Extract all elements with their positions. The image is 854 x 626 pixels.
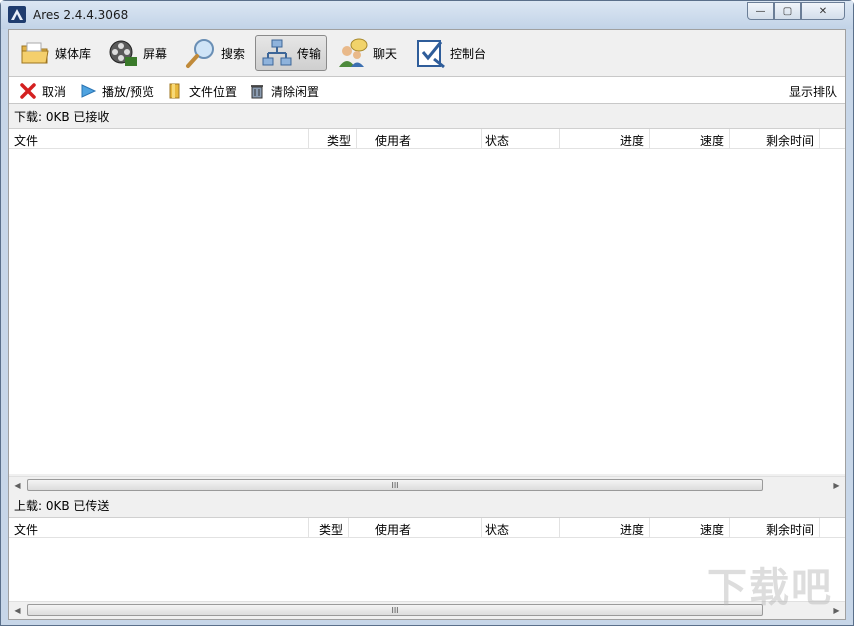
tab-screen[interactable]: 屏幕 — [101, 35, 173, 71]
column-status[interactable]: 状态 — [480, 518, 560, 538]
column-user[interactable]: 使用者 — [370, 129, 482, 149]
column-file[interactable]: 文件 — [9, 129, 309, 149]
maximize-button[interactable]: ▢ — [774, 2, 801, 20]
show-queue-link[interactable]: 显示排队 — [789, 83, 837, 100]
chat-users-icon — [339, 38, 368, 67]
folder-small-icon — [169, 83, 180, 99]
app-window: Ares 2.4.4.3068 — ▢ ✕ 媒体库 屏幕 搜索 传输 聊天 控制… — [0, 0, 854, 626]
column-progress[interactable]: 进度 — [560, 129, 650, 149]
watermark-logo: 下载吧 — [707, 565, 833, 611]
tab-label: 搜索 — [221, 46, 246, 61]
window-controls: — ▢ ✕ — [747, 2, 845, 20]
column-speed[interactable]: 速度 — [650, 129, 730, 149]
tab-search[interactable]: 搜索 — [179, 35, 251, 71]
folder-icon — [21, 42, 49, 64]
main-toolbar: 媒体库 屏幕 搜索 传输 聊天 控制台 — [9, 30, 845, 76]
play-icon — [81, 84, 97, 98]
file-location-button[interactable]: 文件位置 — [166, 81, 237, 101]
scroll-thumb[interactable]: III — [27, 479, 763, 491]
download-horizontal-scrollbar[interactable]: ◀ III ▶ — [9, 476, 845, 493]
action-bar: 取消 播放/预览 文件位置 清除闲置 显示排队 — [9, 76, 845, 104]
checklist-icon — [417, 40, 445, 69]
scroll-right-arrow[interactable]: ▶ — [828, 477, 845, 493]
column-progress[interactable]: 进度 — [560, 518, 650, 538]
download-table: 文件 类型 使用者 状态 进度 速度 剩余时间 — [9, 128, 845, 474]
column-speed[interactable]: 速度 — [650, 518, 730, 538]
tab-console[interactable]: 控制台 — [408, 35, 492, 71]
column-type[interactable]: 类型 — [309, 518, 349, 538]
tab-label: 屏幕 — [143, 46, 168, 61]
tab-label: 聊天 — [373, 46, 398, 61]
close-button[interactable]: ✕ — [801, 2, 845, 20]
magnifier-icon — [186, 39, 214, 68]
clear-idle-button[interactable]: 清除闲置 — [248, 81, 319, 101]
network-transfer-icon — [262, 39, 292, 66]
minimize-button[interactable]: — — [747, 2, 774, 20]
download-table-header: 文件 类型 使用者 状态 进度 速度 剩余时间 — [9, 129, 845, 149]
upload-table-header: 文件 类型 使用者 状态 进度 速度 剩余时间 — [9, 518, 845, 538]
scroll-thumb[interactable]: III — [27, 604, 763, 616]
column-time-left[interactable]: 剩余时间 — [730, 129, 820, 149]
tab-chat[interactable]: 聊天 — [331, 35, 403, 71]
column-status[interactable]: 状态 — [480, 129, 560, 149]
download-header: 下载: 0KB 已接收 — [9, 105, 845, 127]
tab-label: 媒体库 — [55, 46, 92, 61]
tab-library[interactable]: 媒体库 — [13, 35, 97, 71]
play-preview-button[interactable]: 播放/预览 — [79, 81, 154, 101]
column-time-left[interactable]: 剩余时间 — [730, 518, 820, 538]
scroll-left-arrow[interactable]: ◀ — [9, 602, 26, 618]
title-bar[interactable]: Ares 2.4.4.3068 — ▢ ✕ — [1, 1, 853, 29]
column-type[interactable]: 类型 — [309, 129, 357, 149]
column-user[interactable]: 使用者 — [370, 518, 482, 538]
scroll-left-arrow[interactable]: ◀ — [9, 477, 26, 493]
tab-label: 传输 — [296, 46, 321, 61]
tab-label: 控制台 — [450, 46, 487, 61]
upload-header: 上载: 0KB 已传送 — [9, 494, 845, 516]
red-x-icon — [20, 83, 36, 99]
trash-icon — [251, 85, 263, 99]
column-file[interactable]: 文件 — [9, 518, 309, 538]
window-title: Ares 2.4.4.3068 — [33, 8, 129, 22]
tab-transfer[interactable]: 传输 — [255, 35, 327, 71]
ares-logo-icon — [8, 6, 26, 23]
cancel-button[interactable]: 取消 — [19, 81, 66, 101]
film-reel-icon — [109, 40, 137, 66]
client-area: 媒体库 屏幕 搜索 传输 聊天 控制台 取消 播放/预览 文件位置 清除闲置 显… — [8, 29, 846, 620]
